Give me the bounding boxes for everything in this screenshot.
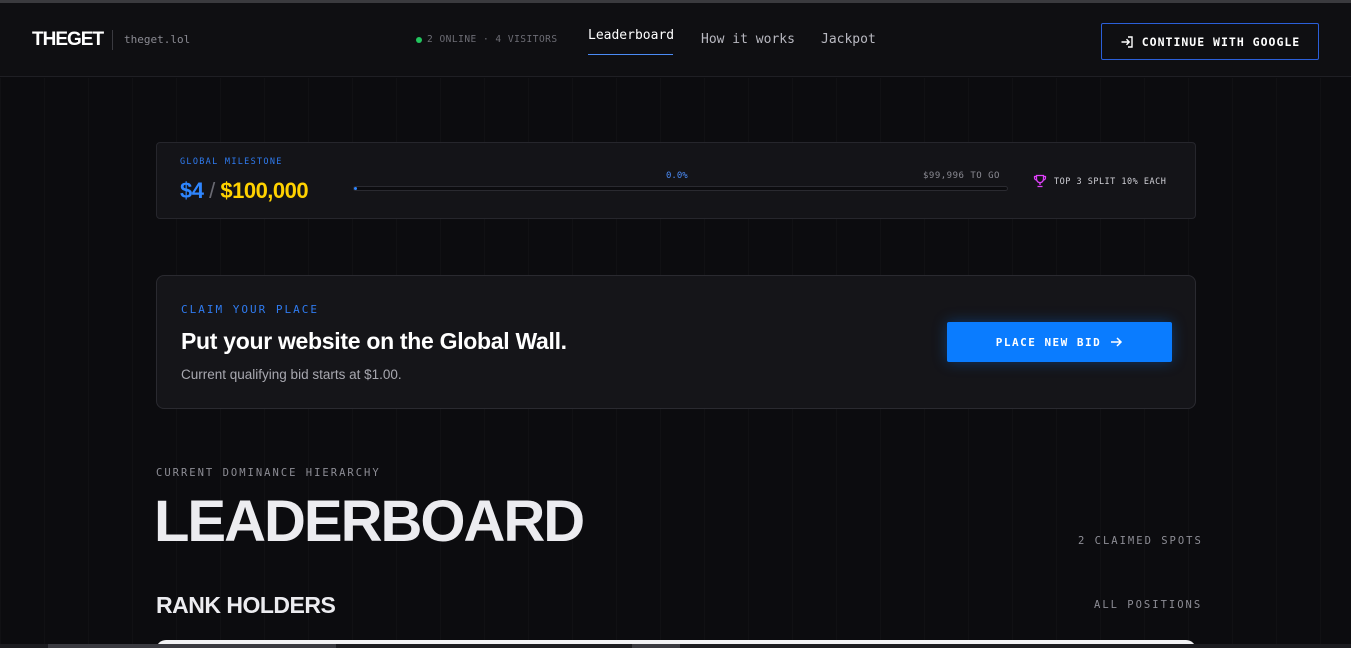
rank-holders-heading: RANK HOLDERS [156, 592, 336, 618]
trophy-icon [1033, 174, 1047, 188]
logo[interactable]: THEGET [32, 29, 104, 51]
claim-subtitle: Current qualifying bid starts at $1.00. [181, 367, 402, 382]
nav-leaderboard[interactable]: Leaderboard [588, 28, 674, 43]
scrollbar-thumb-secondary[interactable] [632, 644, 680, 648]
milestone-goal: $100,000 [220, 178, 309, 203]
page-title: LEADERBOARD [154, 489, 585, 554]
nav-how-it-works[interactable]: How it works [701, 32, 795, 47]
continue-with-google-button[interactable]: CONTINUE WITH GOOGLE [1101, 23, 1319, 60]
logo-divider [112, 30, 113, 50]
milestone-current: $4 [180, 178, 204, 203]
nav-active-indicator [588, 54, 673, 55]
online-dot-icon [416, 36, 422, 43]
claim-label: CLAIM YOUR PLACE [181, 303, 319, 316]
leaderboard-eyebrow: CURRENT DOMINANCE HIERARCHY [156, 467, 381, 479]
online-status: 2 ONLINE · 4 VISITORS [416, 34, 558, 45]
scrollbar-thumb[interactable] [48, 644, 336, 648]
claimed-spots-count: 2 CLAIMED SPOTS [1078, 535, 1203, 547]
top-three-split-label: TOP 3 SPLIT 10% EACH [1054, 177, 1167, 187]
arrow-right-icon [1111, 337, 1123, 347]
login-arrow-icon [1121, 35, 1133, 48]
top-navbar: THEGET theget.lol 2 ONLINE · 4 VISITORS … [0, 3, 1351, 77]
place-bid-label: PLACE NEW BID [995, 335, 1102, 349]
milestone-percent: 0.0% [666, 171, 688, 181]
google-button-label: CONTINUE WITH GOOGLE [1141, 34, 1301, 49]
place-new-bid-button[interactable]: PLACE NEW BID [947, 322, 1172, 362]
global-milestone-card: GLOBAL MILESTONE $4 / $100,000 0.0% $99,… [156, 142, 1196, 219]
all-positions-link[interactable]: ALL POSITIONS [1094, 599, 1202, 611]
milestone-separator: / [209, 178, 215, 203]
claim-title: Put your website on the Global Wall. [181, 328, 567, 354]
milestone-progress-bar [353, 186, 1008, 191]
milestone-progress-fill [354, 187, 357, 190]
claim-place-card: CLAIM YOUR PLACE Put your website on the… [156, 275, 1196, 409]
milestone-values: $4 / $100,000 [180, 178, 309, 204]
milestone-to-go: $99,996 TO GO [923, 171, 1000, 181]
online-count: 2 ONLINE · 4 VISITORS [427, 34, 558, 45]
domain-label: theget.lol [124, 33, 191, 46]
milestone-label: GLOBAL MILESTONE [180, 157, 283, 167]
nav-jackpot[interactable]: Jackpot [821, 32, 876, 47]
